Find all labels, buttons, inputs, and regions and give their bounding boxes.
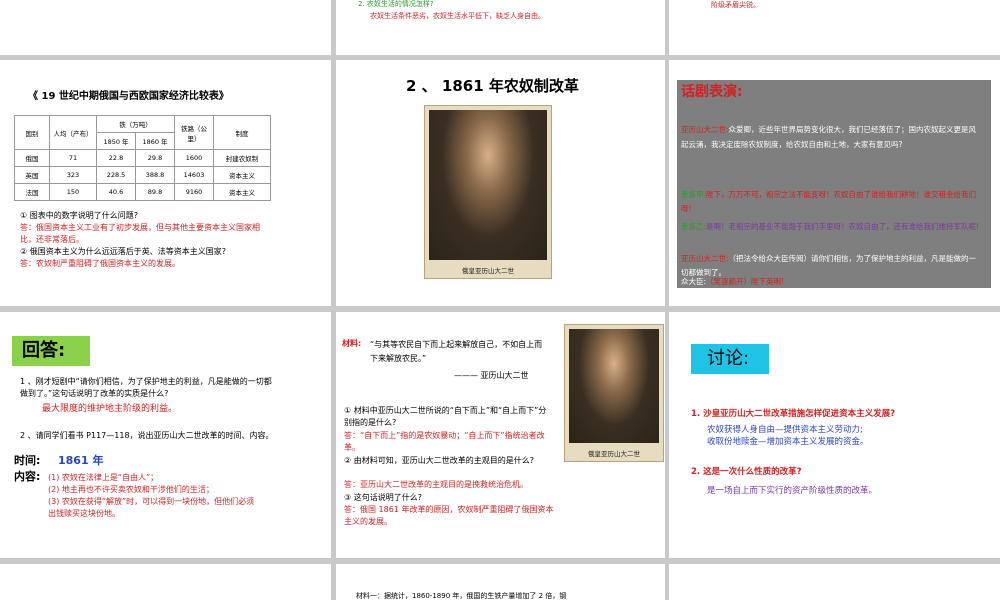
question-text: ① 图表中的数字说明了什么问题?: [20, 211, 138, 220]
slide-bottom-middle[interactable]: 材料一：据统计，1860-1890 年，俄国的生铁产量增加了 2 倍，钢: [336, 564, 665, 600]
portrait-photo: [569, 329, 659, 443]
slide-bottom-right[interactable]: [669, 564, 1000, 600]
slide-bottom-left[interactable]: [0, 564, 331, 600]
table-header: 铁（万吨）: [96, 115, 175, 133]
speaker-label: 贵族甲:: [681, 190, 707, 199]
speech-text: 陛下，万万不可，祖宗之法不能变呀！农奴自由了谁给我们耕地！谁交租金给我们呀!: [681, 190, 977, 213]
table-cell: 资本主义: [213, 166, 271, 184]
table-cell: 俄国: [14, 149, 50, 167]
table-header: 国别: [14, 115, 50, 150]
badge-label: 回答:: [22, 340, 66, 361]
portrait-caption: 俄皇亚历山大二世: [588, 450, 640, 458]
table-row: 法国 150 40.6 89.8 9160 资本主义: [14, 183, 271, 201]
speaker-label: 亚历山大二世:: [681, 125, 729, 134]
table-row: 英国 323 228.5 388.8 14603 资本主义: [14, 166, 271, 184]
portrait-image: 俄皇亚历山大二世: [424, 105, 552, 279]
question-text: ② 俄国资本主义为什么远远落后于英、法等资本主义国家?: [20, 247, 226, 256]
table-cell: 323: [49, 166, 97, 184]
dialogue-line: 贵族乙:是啊！老祖宗的基业不能毁于我们手里呀！农奴自由了，还有谁给我们维持军队呢…: [681, 220, 981, 234]
table-subheader: 1850 年: [96, 132, 136, 150]
table-header: 人均（产布）: [49, 115, 97, 150]
table-cell: 封建农奴制: [213, 149, 271, 167]
table-header: 制度: [213, 115, 271, 150]
answer-text: 答：“自下而上”指的是农奴暴动；“自上而下”指统治者改革。: [344, 431, 545, 452]
table-header: 铁路（公里）: [174, 115, 214, 150]
answer-text: 收取份地赎金—增加资本主义发展的资金。: [707, 437, 869, 447]
material-text: 材料一：据统计，1860-1890 年，俄国的生铁产量增加了 2 倍，钢: [356, 592, 567, 600]
comparison-table: 国别 人均（产布） 铁（万吨） 铁路（公里） 制度 1850 年 1860 年 …: [14, 115, 271, 201]
material-label: 材料:: [342, 339, 362, 348]
table-row: 俄国 71 22.8 29.8 1600 封建农奴制: [14, 149, 271, 167]
slide-drama[interactable]: 话剧表演: 亚历山大二世:众爱卿，近些年世界局势变化很大，我们已经落伍了；国内农…: [669, 60, 1000, 306]
material-attribution: ——— 亚历山大二世: [454, 371, 529, 380]
portrait-caption: 俄皇亚历山大二世: [462, 267, 514, 275]
table-cell: 22.8: [96, 149, 136, 167]
answer-text: 答：俄国资本主义工业有了初步发展，但与其他主要资本主义国家相比，还非常落后。: [20, 223, 260, 244]
question-text: 2 、请同学们看书 P117—118，说出亚历山大二世改革的时间、内容。: [20, 431, 274, 440]
question-text: 2. 农奴生活的情况怎样?: [358, 0, 434, 8]
table-cell: 29.8: [135, 149, 175, 167]
answer-text: 农奴获得人身自由—提供资本主义劳动力;: [707, 425, 863, 435]
content-item: (1) 农奴在法律上是“自由人”；: [48, 473, 159, 482]
slide-material[interactable]: 材料: “与其等农民自下而上起来解放自己，不如自上而下来解放农民。” ——— 亚…: [336, 312, 665, 558]
table-cell: 71: [49, 149, 97, 167]
material-quote: “与其等农民自下而上起来解放自己，不如自上而下来解放农民。”: [370, 340, 543, 363]
slide-reform-title[interactable]: 2 、 1861 年农奴制改革 俄皇亚历山大二世: [336, 60, 665, 306]
drama-panel: 话剧表演: 亚历山大二世:众爱卿，近些年世界局势变化很大，我们已经落伍了；国内农…: [677, 80, 991, 288]
slide-answer[interactable]: 回答: 1 、刚才短剧中“请你们相信，为了保护地主的利益，凡是能做的一切都做到了…: [0, 312, 331, 558]
slide-top-right[interactable]: 阶级矛盾尖锐。: [669, 0, 1000, 55]
dialogue-line: 亚历山大二世:众爱卿，近些年世界局势变化很大，我们已经落伍了；国内农奴起义更是风…: [681, 122, 981, 152]
portrait-image: 俄皇亚历山大二世: [564, 324, 664, 462]
portrait-photo: [429, 110, 547, 260]
answer-text: 答：农奴制严重阻碍了俄国资本主义的发展。: [20, 259, 180, 268]
slide-discuss[interactable]: 讨论: 1. 沙皇亚历山大二世改革措施怎样促进资本主义发展? 农奴获得人身自由—…: [669, 312, 1000, 558]
table-cell: 法国: [14, 183, 50, 201]
content-item: (2) 地主再也不许买卖农奴和干涉他们的生活；: [48, 485, 214, 494]
question-text: ② 由材料可知，亚历山大二世改革的主观目的是什么?: [344, 456, 534, 465]
discuss-badge: 讨论:: [691, 344, 769, 374]
answer-text: 是一场自上而下实行的资产阶级性质的改革。: [707, 486, 878, 496]
table-cell: 资本主义: [213, 183, 271, 201]
slide-top-left[interactable]: [0, 0, 331, 55]
dialogue-line: 众大臣:（笑逐颜开）陛下英明!: [681, 276, 981, 288]
question-text: 1 、刚才短剧中“请你们相信，为了保护地主的利益，凡是能做的一切都做到了。”这句…: [20, 377, 272, 398]
time-label: 时间:: [14, 454, 41, 467]
table-cell: 388.8: [135, 166, 175, 184]
speaker-label: 亚历山大二世:: [681, 254, 729, 263]
slide-top-middle[interactable]: 2. 农奴生活的情况怎样? 农奴生活条件恶劣，农奴生活水平低下，缺乏人身自由。: [336, 0, 665, 55]
dialogue-line: 贵族甲:陛下，万万不可，祖宗之法不能变呀！农奴自由了谁给我们耕地！谁交租金给我们…: [681, 188, 981, 216]
badge-label: 讨论:: [707, 348, 750, 369]
table-cell: 228.5: [96, 166, 136, 184]
table-cell: 英国: [14, 166, 50, 184]
content-item: (3) 农奴在获得“解放”时，可以得到一块份地，但他们必须出钱赎买这块份地。: [48, 497, 255, 518]
speech-text: （笑逐颜开）陛下英明!: [706, 277, 785, 286]
table-subheader: 1860 年: [135, 132, 175, 150]
question-text: ① 材料中亚历山大二世所说的“自下而上”和“自上而下”分别指的是什么?: [344, 406, 547, 427]
table-cell: 40.6: [96, 183, 136, 201]
answer-text: 答：亚历山大二世改革的主观目的是挽救统治危机。: [344, 480, 528, 489]
slide-title: 2 、 1861 年农奴制改革: [406, 77, 579, 95]
question-text: 2. 这是一次什么性质的改革?: [691, 467, 802, 477]
answer-badge: 回答:: [12, 336, 90, 366]
question-text: ③ 这句话说明了什么?: [344, 493, 422, 502]
slide-economy-table[interactable]: 《 19 世纪中期俄国与西欧国家经济比较表》 国别 人均（产布） 铁（万吨） 铁…: [0, 60, 331, 306]
answer-text: 最大限度的维护地主阶级的利益。: [42, 404, 178, 414]
speech-text: 是啊！老祖宗的基业不能毁于我们手里呀！农奴自由了，还有谁给我们维持军队呢!: [706, 222, 980, 231]
speaker-label: 贵族乙:: [681, 222, 707, 231]
table-cell: 14603: [174, 166, 214, 184]
answer-text: 农奴生活条件恶劣，农奴生活水平低下，缺乏人身自由。: [370, 12, 545, 20]
answer-text: 阶级矛盾尖锐。: [711, 1, 760, 9]
slide-title: 话剧表演:: [681, 84, 743, 100]
table-cell: 150: [49, 183, 97, 201]
slide-title: 《 19 世纪中期俄国与西欧国家经济比较表》: [28, 91, 229, 102]
time-value: 1861 年: [58, 454, 104, 467]
speaker-label: 众大臣:: [681, 277, 707, 286]
table-cell: 9160: [174, 183, 214, 201]
content-label: 内容:: [14, 470, 41, 483]
table-cell: 1600: [174, 149, 214, 167]
question-text: 1. 沙皇亚历山大二世改革措施怎样促进资本主义发展?: [691, 409, 896, 419]
table-cell: 89.8: [135, 183, 175, 201]
answer-text: 答：俄国 1861 年改革的原因，农奴制严重阻碍了俄国资本主义的发展。: [344, 505, 554, 526]
